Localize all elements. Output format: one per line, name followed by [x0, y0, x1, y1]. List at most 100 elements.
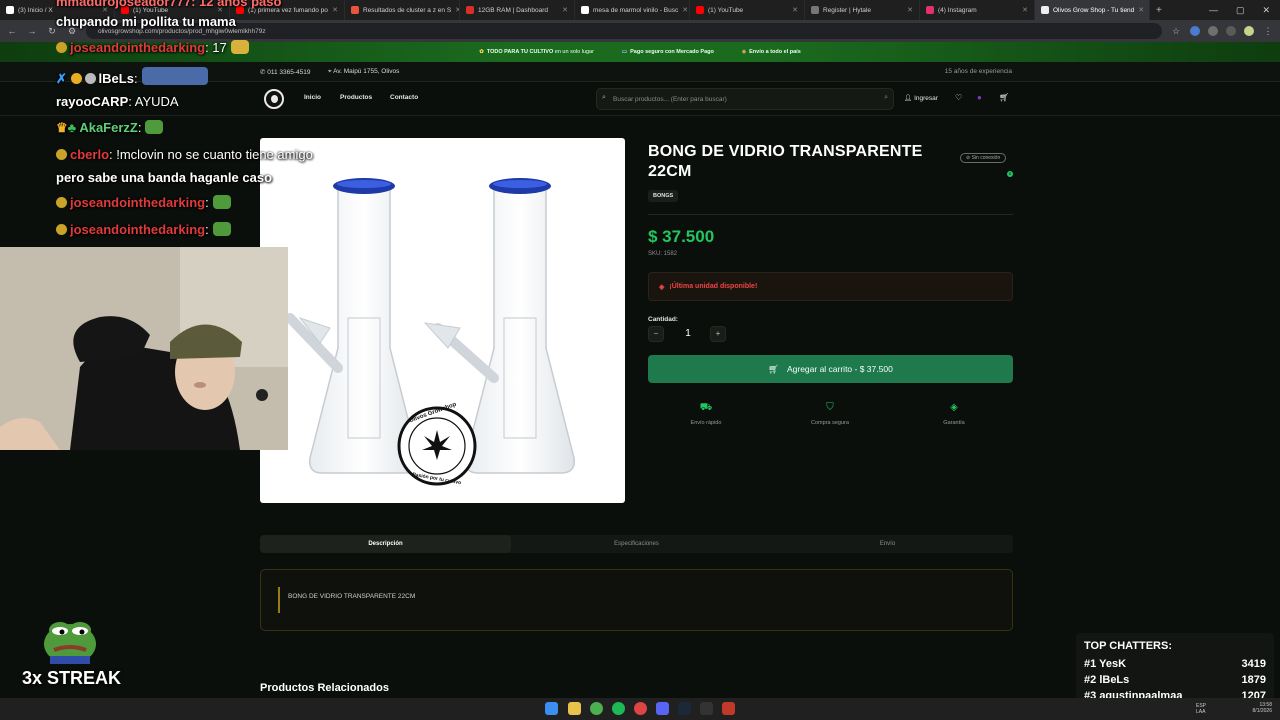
browser-tab[interactable]: Resultados de cluster a z en S✕ [345, 0, 460, 20]
maximize-icon[interactable]: ▢ [1236, 5, 1245, 16]
top-chatter-row: #2 lBeLs 1879 [1084, 674, 1266, 686]
close-icon[interactable]: ✕ [682, 6, 688, 14]
connection-status-badge: ⊘ Sin conexión [960, 153, 1007, 163]
obs-icon[interactable] [634, 702, 647, 715]
close-icon[interactable]: ✕ [1138, 6, 1144, 14]
instagram-icon [926, 6, 934, 14]
close-icon[interactable]: ✕ [1022, 6, 1028, 14]
tab-especificaciones[interactable]: Especificaciones [511, 535, 762, 553]
tab-descripcion[interactable]: Descripción [260, 535, 511, 553]
search-icon: ⌕ [602, 94, 606, 101]
close-icon[interactable]: ✕ [907, 6, 913, 14]
product-image[interactable]: Olivos Growshop Pasión por tu cultivo [260, 138, 625, 503]
steam-icon[interactable] [678, 702, 691, 715]
tab-envio[interactable]: Envío [762, 535, 1013, 553]
google-icon [581, 6, 589, 14]
url-field[interactable]: olivosgrowshop.com/productos/prod_mhgiw0… [86, 23, 1162, 39]
quantity-increase-button[interactable]: + [710, 326, 726, 342]
nav-link-inicio[interactable]: Inicio [304, 94, 321, 101]
car-emote-icon [141, 67, 208, 85]
plant-badge-icon: ♣ [67, 120, 77, 135]
sub-badge-icon [56, 42, 67, 53]
search-input[interactable]: ⌕ Buscar productos... (Enter para buscar… [596, 88, 894, 110]
menu-icon[interactable]: ⋮ [1262, 26, 1274, 37]
chat-message: rayooCARP: AYUDA [56, 94, 179, 109]
stock-alert: ◈ ¡Última unidad disponible! [648, 272, 1013, 301]
chat-message: joseandointhedarking: 17 [56, 40, 249, 55]
pepe-emote-icon [42, 614, 98, 664]
quantity-decrease-button[interactable]: − [648, 326, 664, 342]
experience-text: 15 años de experiencia [944, 68, 1012, 75]
extension-icon[interactable] [1226, 26, 1236, 36]
browser-tab-active[interactable]: Olivos Grow Shop - Tu tiend ✕ [1035, 0, 1150, 20]
chat-message: chupando mi pollita tu mama [56, 14, 236, 29]
windows-taskbar: 13:58 8/1/2026 ESP LAA [0, 698, 1280, 720]
close-icon[interactable]: ✕ [332, 6, 338, 14]
feature-secure-purchase: ⛉ Compra segura [780, 402, 880, 426]
login-button[interactable]: 👤︎ Ingresar [904, 94, 938, 102]
product-price: $ 37.500 [648, 227, 715, 246]
heart-icon[interactable]: ♡ [955, 93, 962, 102]
top-chatter-row: #1 YesK 3419 [1084, 658, 1266, 670]
language-indicator[interactable]: ESP LAA [1196, 703, 1206, 715]
webcam-overlay [0, 247, 288, 450]
bookmark-star-icon[interactable]: ☆ [1170, 26, 1182, 37]
nav-link-productos[interactable]: Productos [340, 94, 372, 101]
shield-icon: ⛉ [826, 402, 834, 413]
back-icon[interactable]: ← [6, 26, 18, 36]
site-logo[interactable] [264, 89, 284, 109]
extension-icon[interactable] [1208, 26, 1218, 36]
epic-games-icon[interactable] [700, 702, 713, 715]
browser-tab[interactable]: mesa de marmol vinilo - Busc ✕ [575, 0, 690, 20]
minimize-icon[interactable]: — [1209, 5, 1218, 16]
sub-badge-icon [56, 224, 67, 235]
quantity-label: Cantidad: [648, 316, 678, 323]
description-accent-bar [278, 587, 280, 613]
cart-icon[interactable]: 🛒︎ [999, 93, 1009, 102]
card-icon: ▭ [621, 49, 628, 55]
system-tray[interactable]: 13:58 8/1/2026 [1253, 702, 1272, 714]
app-icon[interactable] [722, 702, 735, 715]
profile-avatar[interactable] [1244, 26, 1254, 36]
address-info[interactable]: ⌖ Av. Maipú 1755, Olivos [328, 68, 399, 76]
top-chatters-title: TOP CHATTERS: [1084, 640, 1173, 652]
x-icon [6, 6, 14, 14]
promo-item: ✿ TODO PARA TU CULTIVO en un solo lugar [479, 49, 594, 55]
chat-message: ✗ lBeLs: [56, 67, 208, 87]
category-badge[interactable]: BONGS [648, 190, 679, 202]
quantity-value[interactable]: 1 [682, 328, 694, 339]
box-icon: ◈ [659, 283, 665, 291]
close-icon[interactable]: ✕ [562, 6, 568, 14]
phone-info[interactable]: ✆ 011 3365-4519 [260, 68, 311, 76]
browser-tab[interactable]: 12GB RAM | Dashboard ✕ [460, 0, 575, 20]
extension-icon[interactable] [1190, 26, 1200, 36]
add-to-cart-button[interactable]: 🛒︎ Agregar al carrito - $ 37.500 [648, 355, 1013, 383]
forward-icon[interactable]: → [26, 26, 38, 36]
browser-tab[interactable]: (1) YouTube ✕ [690, 0, 805, 20]
chat-message: mmadurojoseador777: 12 años paso [56, 0, 282, 9]
browser-tab[interactable]: Register | Hytale ✕ [805, 0, 920, 20]
promo-item: ◈ Envío a todo el país [741, 49, 801, 55]
location-pin-icon: ⌖ [328, 68, 332, 75]
streamer-illustration [0, 247, 288, 450]
start-icon[interactable] [545, 702, 558, 715]
chat-message: pero sabe una banda haganle caso [56, 170, 273, 185]
description-text: BONG DE VIDRIO TRANSPARENTE 22CM [288, 593, 416, 600]
chrome-icon[interactable] [590, 702, 603, 715]
spotify-icon[interactable] [612, 702, 625, 715]
close-icon[interactable]: ✕ [792, 6, 798, 14]
pepe-emote-icon [212, 195, 231, 209]
browser-tab[interactable]: (4) Instagram ✕ [920, 0, 1035, 20]
no-connection-icon: ⊘ [966, 155, 971, 161]
chat-message: joseandointhedarking: [56, 222, 231, 237]
crown-badge-icon: ♛ [56, 120, 68, 135]
related-products-heading: Productos Relacionados [260, 682, 389, 694]
file-explorer-icon[interactable] [568, 702, 581, 715]
close-window-icon[interactable]: ✕ [1262, 5, 1270, 16]
search-submit-icon[interactable]: ⌕ [884, 94, 888, 102]
chat-message: cberlo: !mclovin no se cuanto tiene amig… [56, 147, 313, 162]
pepe-emote-icon [145, 120, 164, 134]
nav-link-contacto[interactable]: Contacto [390, 94, 418, 101]
new-tab-button[interactable]: + [1150, 5, 1168, 16]
discord-icon[interactable] [656, 702, 669, 715]
